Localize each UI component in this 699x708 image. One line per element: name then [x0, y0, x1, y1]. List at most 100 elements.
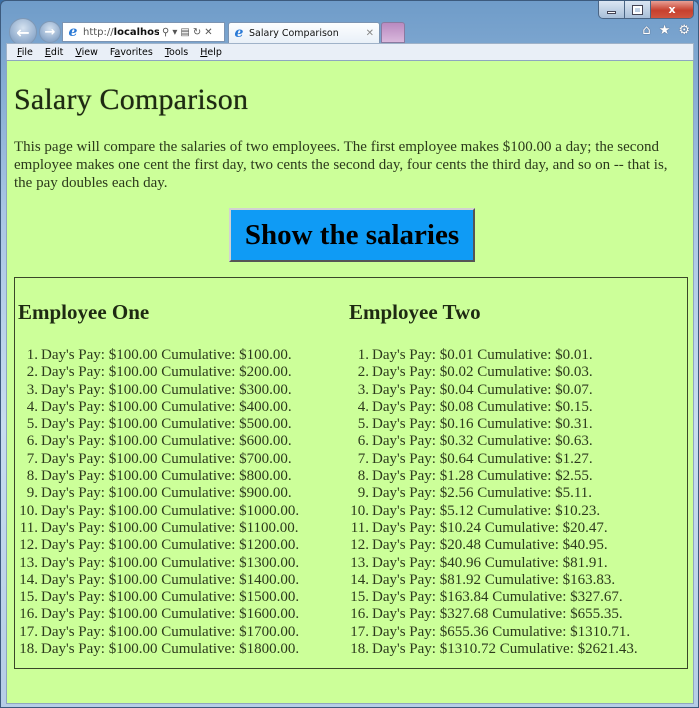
- salary-row: 16. Day's Pay: $327.68 Cumulative: $655.3…: [349, 606, 638, 623]
- row-text: Day's Pay: $40.96 Cumulative: $81.91.: [372, 554, 608, 571]
- row-text: Day's Pay: $100.00 Cumulative: $1300.00.: [41, 554, 300, 571]
- row-text: Day's Pay: $100.00 Cumulative: $1500.00.: [41, 589, 300, 606]
- row-number: 8.: [357, 468, 369, 485]
- gear-icon[interactable]: ⚙: [678, 23, 690, 38]
- salary-row: 11. Day's Pay: $10.24 Cumulative: $20.47.: [349, 520, 638, 537]
- row-text: Day's Pay: $163.84 Cumulative: $327.67.: [372, 589, 623, 606]
- salary-row: 17. Day's Pay: $100.00 Cumulative: $1700.…: [18, 624, 299, 641]
- row-number: 14.: [19, 571, 38, 588]
- row-text: Day's Pay: $0.08 Cumulative: $0.15.: [372, 398, 593, 415]
- menu-label: ile: [21, 46, 33, 58]
- intro-paragraph: This page will compare the salaries of t…: [14, 139, 668, 191]
- favorites-star-icon[interactable]: ★: [659, 23, 671, 38]
- row-text: Day's Pay: $100.00 Cumulative: $200.00.: [41, 364, 292, 381]
- row-text: Day's Pay: $100.00 Cumulative: $1400.00.: [41, 571, 300, 588]
- arrow-left-icon: ←: [16, 22, 30, 42]
- row-text: Day's Pay: $100.00 Cumulative: $1000.00.: [41, 502, 300, 519]
- row-number: 12.: [350, 537, 369, 554]
- row-number: 4.: [26, 398, 38, 415]
- row-number: 18.: [19, 641, 38, 658]
- row-text: Day's Pay: $0.16 Cumulative: $0.31.: [372, 416, 593, 433]
- new-tab-button[interactable]: [381, 22, 405, 43]
- show-salaries-button[interactable]: Show the salaries: [229, 208, 475, 262]
- row-number: 6.: [26, 433, 38, 450]
- salary-row: 6. Day's Pay: $100.00 Cumulative: $600.00…: [18, 433, 299, 450]
- salary-row: 3. Day's Pay: $100.00 Cumulative: $300.00…: [18, 382, 299, 399]
- address-url[interactable]: http://localhost:53: [83, 27, 159, 38]
- salary-row: 4. Day's Pay: $100.00 Cumulative: $400.00…: [18, 399, 299, 416]
- forward-button[interactable]: →: [39, 21, 61, 43]
- salary-row: 8. Day's Pay: $100.00 Cumulative: $800.00…: [18, 468, 299, 485]
- refresh-icon[interactable]: ↻: [193, 27, 201, 38]
- menu-favorites[interactable]: Favorites: [108, 47, 159, 58]
- salary-row: 17. Day's Pay: $655.36 Cumulative: $1310.…: [349, 624, 638, 641]
- row-text: Day's Pay: $10.24 Cumulative: $20.47.: [372, 519, 608, 536]
- tab-title: Salary Comparison: [249, 27, 339, 39]
- row-number: 9.: [357, 485, 369, 502]
- url-scheme: http://: [83, 26, 114, 38]
- page-title: Salary Comparison: [14, 83, 249, 116]
- salary-row: 6. Day's Pay: $0.32 Cumulative: $0.63.: [349, 433, 638, 450]
- back-button[interactable]: ←: [9, 18, 37, 46]
- row-text: Day's Pay: $5.12 Cumulative: $10.23.: [372, 502, 601, 519]
- close-window-button[interactable]: x: [651, 1, 693, 18]
- salary-row: 15. Day's Pay: $163.84 Cumulative: $327.6…: [349, 589, 638, 606]
- tab-close-icon[interactable]: ✕: [366, 28, 374, 39]
- row-number: 1.: [26, 347, 38, 363]
- salary-row: 5. Day's Pay: $0.16 Cumulative: $0.31.: [349, 416, 638, 433]
- row-text: Day's Pay: $100.00 Cumulative: $100.00.: [41, 347, 292, 363]
- salary-row: 9. Day's Pay: $100.00 Cumulative: $900.00…: [18, 485, 299, 502]
- salary-row: 5. Day's Pay: $100.00 Cumulative: $500.00…: [18, 416, 299, 433]
- salary-row: 8. Day's Pay: $1.28 Cumulative: $2.55.: [349, 468, 638, 485]
- row-number: 10.: [19, 502, 38, 519]
- row-number: 16.: [19, 606, 38, 623]
- row-text: Day's Pay: $1310.72 Cumulative: $2621.43…: [372, 641, 638, 658]
- menu-label: ools: [169, 46, 189, 58]
- compatibility-view-icon[interactable]: ▤: [180, 27, 189, 38]
- row-text: Day's Pay: $0.04 Cumulative: $0.07.: [372, 381, 593, 398]
- menu-view[interactable]: View: [73, 47, 104, 58]
- employee-one-list: 1. Day's Pay: $100.00 Cumulative: $100.00…: [18, 347, 299, 658]
- row-text: Day's Pay: $100.00 Cumulative: $1600.00.: [41, 606, 300, 623]
- page-content: Salary Comparison This page will compare…: [6, 60, 694, 704]
- row-number: 11.: [19, 519, 38, 536]
- ie-logo-icon: e: [68, 24, 78, 40]
- row-number: 8.: [26, 468, 38, 485]
- salary-row: 1. Day's Pay: $100.00 Cumulative: $100.00…: [18, 347, 299, 364]
- address-bar[interactable]: e http://localhost:53 ⚲ ▾ ▤ ↻ ✕: [62, 22, 225, 42]
- row-text: Day's Pay: $100.00 Cumulative: $800.00.: [41, 468, 292, 485]
- salary-row: 13. Day's Pay: $100.00 Cumulative: $1300.…: [18, 555, 299, 572]
- salary-row: 10. Day's Pay: $5.12 Cumulative: $10.23.: [349, 503, 638, 520]
- url-host: localhost: [113, 26, 159, 38]
- salary-row: 4. Day's Pay: $0.08 Cumulative: $0.15.: [349, 399, 638, 416]
- menu-edit[interactable]: Edit: [43, 47, 69, 58]
- row-number: 4.: [357, 398, 369, 415]
- menu-file[interactable]: File: [15, 47, 39, 58]
- row-number: 1.: [357, 347, 369, 363]
- menu-label: elp: [207, 46, 222, 58]
- title-bar: x ← → e http://localhost:53 ⚲ ▾ ▤ ↻ ✕ e …: [1, 1, 698, 46]
- row-number: 2.: [357, 364, 369, 381]
- stop-icon[interactable]: ✕: [204, 27, 212, 38]
- maximize-icon: [632, 4, 643, 15]
- salary-row: 16. Day's Pay: $100.00 Cumulative: $1600.…: [18, 606, 299, 623]
- search-icon[interactable]: ⚲: [162, 27, 169, 38]
- row-text: Day's Pay: $327.68 Cumulative: $655.35.: [372, 606, 623, 623]
- maximize-button[interactable]: [625, 1, 651, 18]
- employee-two-column: Employee Two 1. Day's Pay: $0.01 Cumulati…: [349, 300, 638, 658]
- arrow-right-icon: →: [44, 24, 56, 40]
- minimize-button[interactable]: [599, 1, 625, 18]
- employee-one-column: Employee One 1. Day's Pay: $100.00 Cumula…: [18, 300, 299, 658]
- menu-label: dit: [50, 46, 64, 58]
- row-text: Day's Pay: $655.36 Cumulative: $1310.71.: [372, 623, 631, 640]
- row-number: 5.: [357, 416, 369, 433]
- home-icon[interactable]: ⌂: [642, 23, 650, 38]
- menu-help[interactable]: Help: [198, 47, 228, 58]
- row-number: 9.: [26, 485, 38, 502]
- tab-salary-comparison[interactable]: e Salary Comparison ✕: [228, 22, 380, 43]
- menu-tools[interactable]: Tools: [163, 47, 194, 58]
- salary-row: 18. Day's Pay: $1310.72 Cumulative: $2621…: [349, 641, 638, 658]
- dropdown-icon[interactable]: ▾: [172, 27, 177, 38]
- row-text: Day's Pay: $0.02 Cumulative: $0.03.: [372, 364, 593, 381]
- salary-row: 15. Day's Pay: $100.00 Cumulative: $1500.…: [18, 589, 299, 606]
